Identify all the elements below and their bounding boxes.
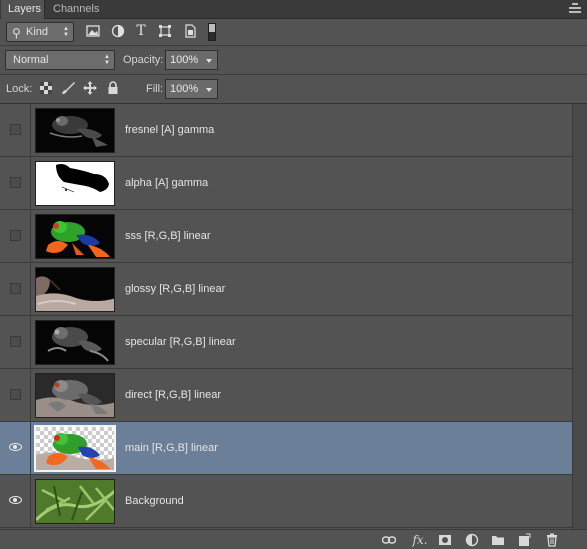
lock-position-icon[interactable] [83,81,97,95]
layer-thumbnail [35,479,115,524]
opacity-dropdown-button[interactable] [202,50,218,70]
visibility-toggle[interactable] [0,475,31,527]
image-filter-icon[interactable] [86,24,100,38]
visibility-off-box [10,177,21,188]
adjustment-layer-icon[interactable] [465,533,479,547]
blend-mode-select[interactable]: Normal ▲ ▼ [5,50,115,70]
layer-row[interactable]: sss [R,G,B] linear [0,210,572,263]
layer-name: glossy [R,G,B] linear [125,283,226,295]
tab-channels[interactable]: Channels [46,0,106,19]
visibility-off-box [10,283,21,294]
layer-name: alpha [A] gamma [125,177,209,189]
visibility-off-box [10,230,21,241]
fill-dropdown-button[interactable] [202,79,218,99]
search-icon: ⚲ [12,26,21,40]
visibility-off-box [10,389,21,400]
layer-row[interactable]: alpha [A] gamma [0,157,572,210]
panel-tab-bar: Layers Channels [0,0,587,19]
layer-name: direct [R,G,B] linear [125,389,221,401]
lock-label: Lock: [6,83,33,95]
fx-icon[interactable]: fx. [410,533,430,547]
layer-thumbnail [35,267,115,312]
lock-all-icon[interactable] [106,81,120,95]
updown-icon: ▲ ▼ [63,26,69,38]
link-layers-icon[interactable] [381,533,397,547]
layer-row[interactable]: fresnel [A] gamma [0,104,572,157]
smart-object-filter-icon[interactable] [183,24,197,38]
visibility-toggle[interactable] [0,422,31,474]
layer-row[interactable]: specular [R,G,B] linear [0,316,572,369]
filter-toggle[interactable] [208,23,216,41]
filter-kind-label: Kind [26,26,49,38]
layer-thumbnail [35,108,115,153]
opacity-input[interactable]: 100% [165,50,203,70]
layer-name: Background [125,495,184,507]
new-group-icon[interactable] [491,533,505,547]
shape-filter-icon[interactable] [158,24,172,38]
layer-name: main [R,G,B] linear [125,442,218,454]
opacity-label: Opacity: [123,54,164,66]
lock-image-pixels-icon[interactable] [61,81,75,95]
new-layer-icon[interactable] [517,533,531,547]
layer-mask-icon[interactable] [438,533,452,547]
visibility-off-box [10,336,21,347]
delete-layer-icon[interactable] [545,533,559,547]
visibility-toggle[interactable] [0,157,31,209]
layer-row[interactable]: Background [0,475,572,528]
layer-thumbnail [34,425,116,472]
fill-label: Fill: [146,83,164,95]
layer-name: specular [R,G,B] linear [125,336,236,348]
blend-mode-value: Normal [13,54,49,66]
scrollbar-track[interactable] [572,104,587,529]
eye-icon [9,496,22,504]
visibility-toggle[interactable] [0,263,31,315]
visibility-toggle[interactable] [0,210,31,262]
layer-name: sss [R,G,B] linear [125,230,211,242]
layer-list: fresnel [A] gamma alpha [A] gamma sss [R… [0,104,572,529]
visibility-toggle[interactable] [0,104,31,156]
updown-icon: ▲ ▼ [104,54,110,66]
adjustment-filter-icon[interactable] [111,24,125,38]
blend-row: Normal ▲ ▼ Opacity: 100% [0,46,587,74]
layer-thumbnail [35,161,115,206]
layer-thumbnail [35,214,115,259]
layer-row[interactable]: direct [R,G,B] linear [0,369,572,422]
type-filter-icon[interactable]: T [134,24,148,38]
layer-name: fresnel [A] gamma [125,124,215,136]
layers-bottom-bar: fx. [0,529,587,549]
lock-row: Lock: Fill: 100% [0,75,587,102]
fill-input[interactable]: 100% [165,79,203,99]
layer-row-selected[interactable]: main [R,G,B] linear [0,422,572,475]
tab-layers[interactable]: Layers [1,0,45,19]
filter-row: ⚲ Kind ▲ ▼ T [0,20,587,45]
visibility-toggle[interactable] [0,369,31,421]
eye-icon [9,443,22,451]
panel-menu-icon[interactable] [569,3,581,15]
filter-kind-select[interactable]: ⚲ Kind ▲ ▼ [6,22,74,42]
layer-thumbnail [35,320,115,365]
visibility-toggle[interactable] [0,316,31,368]
visibility-off-box [10,124,21,135]
layer-row[interactable]: glossy [R,G,B] linear [0,263,572,316]
lock-transparent-pixels-icon[interactable] [39,81,53,95]
layer-thumbnail [35,373,115,418]
